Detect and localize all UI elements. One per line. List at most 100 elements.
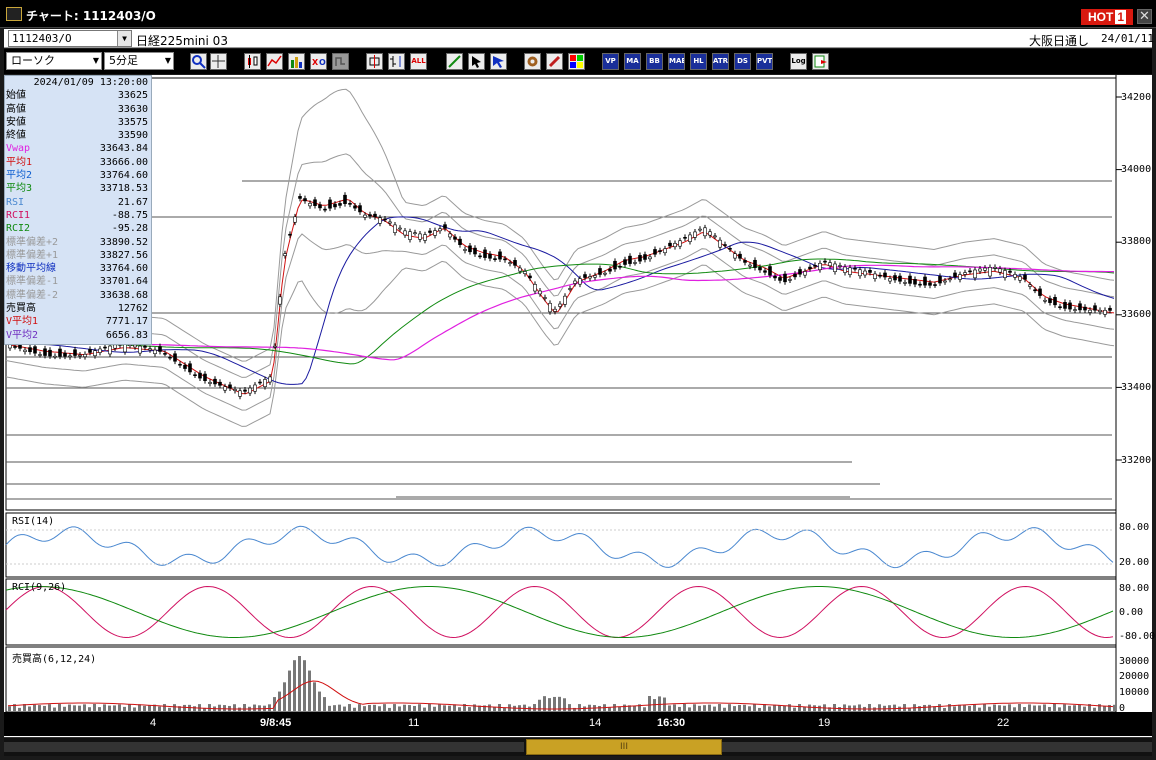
candle-body: [398, 227, 402, 230]
pvt-button[interactable]: PVT: [756, 53, 773, 70]
crosshair-button[interactable]: [210, 53, 227, 70]
volume-bar: [288, 670, 291, 711]
mae-button[interactable]: MAE: [668, 53, 685, 70]
volume-bar: [393, 704, 396, 711]
candle-body: [1078, 303, 1082, 311]
volume-bar: [783, 705, 786, 711]
zoom-button[interactable]: [190, 53, 207, 70]
candle-chart-button[interactable]: [244, 53, 261, 70]
info-row-label: RCI2: [6, 223, 31, 235]
volume-bar: [443, 705, 446, 711]
candle-body: [718, 239, 722, 248]
candle-body: [773, 275, 777, 279]
scroll-track-left[interactable]: [4, 742, 524, 752]
info-row-label: 始値: [6, 90, 26, 102]
interval-select[interactable]: 5分足 ▼: [104, 52, 174, 70]
volume-bar: [218, 704, 221, 711]
kagi-chart-button[interactable]: [332, 53, 349, 70]
volume-bar: [1058, 707, 1061, 711]
candle-body: [393, 224, 397, 233]
pen-button[interactable]: [546, 53, 563, 70]
candle-body: [653, 249, 657, 255]
log-button[interactable]: Log: [790, 53, 807, 70]
time-tick: 16:30: [657, 717, 686, 729]
info-row-value: 33638.68: [99, 289, 148, 301]
candle-body: [738, 253, 742, 259]
volume-bar: [348, 704, 351, 711]
time-tick: 4: [150, 717, 157, 729]
tick-icon: [267, 55, 282, 67]
candle-body: [638, 255, 642, 262]
palette-button[interactable]: [568, 53, 585, 70]
candle-body: [1058, 306, 1062, 309]
candle-body: [343, 194, 347, 204]
info-row-value: 33666.00: [99, 156, 148, 168]
hl-button[interactable]: HL: [690, 53, 707, 70]
price-tick: 33200: [1121, 455, 1152, 466]
candle-body: [58, 348, 62, 357]
scroll-thumb[interactable]: III: [526, 739, 722, 755]
symbol-dropdown-button[interactable]: ▼: [117, 31, 131, 46]
volume-bar: [708, 704, 711, 711]
pointer-button[interactable]: [468, 53, 485, 70]
hot-button[interactable]: HOT 1: [1081, 9, 1133, 25]
volume-bar: [1028, 704, 1031, 711]
candle-body: [268, 376, 272, 383]
pnf-icon: XO: [312, 58, 326, 67]
candle-body: [188, 363, 192, 373]
candle-body: [263, 379, 267, 387]
candle-body: [273, 345, 277, 348]
ds-button[interactable]: DS: [734, 53, 751, 70]
chart-canvas[interactable]: [4, 75, 1152, 737]
candle-body: [463, 249, 467, 251]
bb-button[interactable]: BB: [646, 53, 663, 70]
info-panel: 2024/01/09 13:20:00 始値 33625 高値 33630 安値 3357…: [4, 75, 152, 345]
export-button[interactable]: [812, 53, 829, 70]
atr-button[interactable]: ATR: [712, 53, 729, 70]
ma-button[interactable]: MA: [624, 53, 641, 70]
bar-chart-button[interactable]: [288, 53, 305, 70]
candle-body: [158, 346, 162, 352]
candle-body: [868, 270, 872, 273]
pnf-chart-button[interactable]: XO: [310, 53, 327, 70]
candle-body: [1013, 274, 1017, 278]
arrow-icon: [493, 56, 504, 68]
volume-bar: [1013, 707, 1016, 711]
volume-bar: [83, 704, 86, 711]
candle-body: [13, 346, 17, 348]
candle-body: [518, 267, 522, 272]
candle-body: [778, 277, 782, 281]
bar-chart-icon: [291, 57, 302, 68]
candle-body: [108, 345, 112, 355]
info-row: 平均3 33718.53: [5, 182, 151, 195]
time-tick: 19: [818, 717, 831, 729]
close-button[interactable]: ✕: [1137, 9, 1152, 24]
chart-type-value: ローソク: [11, 54, 55, 67]
draw-line-button[interactable]: [446, 53, 463, 70]
all-button[interactable]: ALL: [410, 53, 427, 70]
rci-tick: 80.00: [1119, 583, 1150, 594]
volume-bar: [658, 696, 661, 711]
candle-body: [603, 272, 607, 275]
candle-body: [728, 248, 732, 250]
symbol-input[interactable]: 1112403/O ▼: [8, 30, 132, 47]
volume-bar: [988, 706, 991, 711]
vp-button[interactable]: VP: [602, 53, 619, 70]
ohlc-chart-button[interactable]: [388, 53, 405, 70]
arrow-tool-button[interactable]: [490, 53, 507, 70]
horizontal-scrollbar[interactable]: III: [4, 737, 1152, 756]
volume-bar: [608, 707, 611, 711]
volume-bar: [963, 705, 966, 711]
box-chart-button[interactable]: [366, 53, 383, 70]
info-row: 高値 33630: [5, 103, 151, 116]
candle-body: [938, 276, 942, 284]
tick-chart-button[interactable]: [266, 53, 283, 70]
scroll-track-right[interactable]: [722, 742, 1152, 752]
settings-button[interactable]: [524, 53, 541, 70]
volume-bar: [53, 707, 56, 711]
candle-body: [513, 260, 517, 266]
volume-bar: [648, 696, 651, 711]
chart-area[interactable]: [4, 75, 1152, 737]
candle-body: [213, 378, 217, 385]
chart-type-select[interactable]: ローソク ▼: [6, 52, 102, 70]
